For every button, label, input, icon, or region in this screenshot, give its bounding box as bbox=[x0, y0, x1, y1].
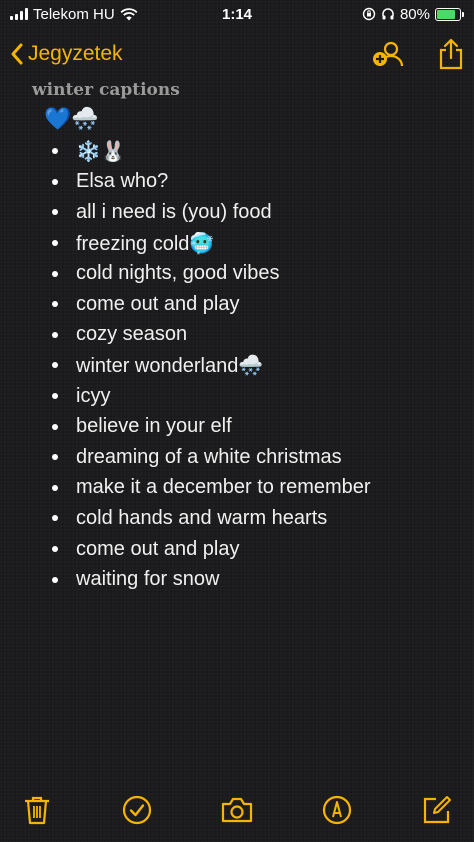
caption-list[interactable]: ❄️🐰 Elsa who? all i need is (you) food f… bbox=[0, 136, 474, 595]
bullet-icon bbox=[52, 209, 58, 216]
list-item[interactable]: cold nights, good vibes bbox=[0, 258, 474, 289]
bullet-icon bbox=[52, 362, 58, 369]
back-button[interactable]: Jegyzetek bbox=[10, 42, 123, 66]
list-item[interactable]: icyy bbox=[0, 381, 474, 412]
bottom-toolbar bbox=[0, 788, 474, 832]
list-item[interactable]: come out and play bbox=[0, 289, 474, 320]
list-item-text: all i need is (you) food bbox=[76, 200, 272, 223]
share-icon[interactable] bbox=[438, 38, 464, 70]
compose-icon bbox=[423, 796, 451, 824]
bullet-icon bbox=[52, 576, 58, 583]
list-item-text: come out and play bbox=[76, 292, 240, 315]
note-emoji-line[interactable]: 💙🌨️ bbox=[44, 106, 99, 132]
battery-icon bbox=[435, 7, 464, 21]
list-item-text: cold nights, good vibes bbox=[76, 262, 280, 285]
list-item-text: come out and play bbox=[76, 537, 240, 560]
bullet-icon bbox=[52, 454, 58, 461]
list-item-text: winter wonderland🌨️ bbox=[76, 354, 264, 377]
battery-percent: 80% bbox=[399, 5, 430, 23]
note-title[interactable]: winter captions bbox=[32, 80, 180, 100]
bullet-icon bbox=[52, 178, 58, 185]
bullet-icon bbox=[52, 240, 58, 247]
list-item[interactable]: make it a december to remember bbox=[0, 473, 474, 504]
bullet-icon bbox=[52, 270, 58, 277]
list-item-text: cold hands and warm hearts bbox=[76, 506, 328, 529]
list-item[interactable]: cold hands and warm hearts bbox=[0, 503, 474, 534]
list-item-text: cozy season bbox=[76, 323, 188, 346]
signal-icon bbox=[10, 8, 28, 20]
checklist-button[interactable] bbox=[120, 793, 154, 827]
trash-icon bbox=[25, 796, 49, 825]
list-item[interactable]: all i need is (you) food bbox=[0, 197, 474, 228]
list-item[interactable]: ❄️🐰 bbox=[0, 136, 474, 167]
list-item[interactable]: come out and play bbox=[0, 534, 474, 565]
bullet-icon bbox=[52, 484, 58, 491]
rotation-lock-icon bbox=[362, 7, 376, 21]
chevron-left-icon bbox=[11, 43, 23, 65]
headphones-icon bbox=[382, 8, 394, 20]
bullet-icon bbox=[52, 515, 58, 522]
list-item[interactable]: waiting for snow bbox=[0, 564, 474, 595]
list-item[interactable]: winter wonderland🌨️ bbox=[0, 350, 474, 381]
list-item-text: waiting for snow bbox=[76, 568, 220, 591]
compose-button[interactable] bbox=[420, 793, 454, 827]
status-right: 80% bbox=[362, 6, 464, 23]
add-people-icon[interactable] bbox=[372, 39, 404, 69]
bullet-icon bbox=[52, 546, 58, 553]
checklist-icon bbox=[122, 795, 152, 825]
nav-actions bbox=[372, 38, 464, 70]
bullet-icon bbox=[52, 393, 58, 400]
camera-icon bbox=[221, 797, 253, 823]
list-item[interactable]: believe in your elf bbox=[0, 411, 474, 442]
bullet-icon bbox=[52, 301, 58, 308]
list-item[interactable]: dreaming of a white christmas bbox=[0, 442, 474, 473]
bullet-icon bbox=[52, 148, 58, 155]
markup-icon bbox=[322, 795, 352, 825]
list-item-text: believe in your elf bbox=[76, 415, 232, 438]
bullet-icon bbox=[52, 331, 58, 338]
list-item[interactable]: Elsa who? bbox=[0, 167, 474, 198]
list-item[interactable]: freezing cold🥶 bbox=[0, 228, 474, 259]
carrier-label: Telekom HU bbox=[33, 5, 115, 23]
status-left: Telekom HU bbox=[10, 6, 138, 23]
wifi-icon bbox=[120, 7, 138, 20]
nav-bar: Jegyzetek bbox=[0, 32, 474, 76]
back-label: Jegyzetek bbox=[28, 42, 123, 65]
list-item-text: make it a december to remember bbox=[76, 476, 371, 499]
list-item-text: icyy bbox=[76, 384, 111, 407]
markup-button[interactable] bbox=[320, 793, 354, 827]
list-item[interactable]: cozy season bbox=[0, 320, 474, 351]
list-item-text: dreaming of a white christmas bbox=[76, 445, 342, 468]
delete-button[interactable] bbox=[20, 793, 54, 827]
bullet-icon bbox=[52, 423, 58, 430]
list-item-text: Elsa who? bbox=[76, 170, 169, 193]
list-item-text: ❄️🐰 bbox=[76, 140, 126, 163]
list-item-text: freezing cold🥶 bbox=[76, 232, 215, 255]
camera-button[interactable] bbox=[220, 793, 254, 827]
status-bar: Telekom HU 1:14 80% bbox=[0, 0, 474, 28]
